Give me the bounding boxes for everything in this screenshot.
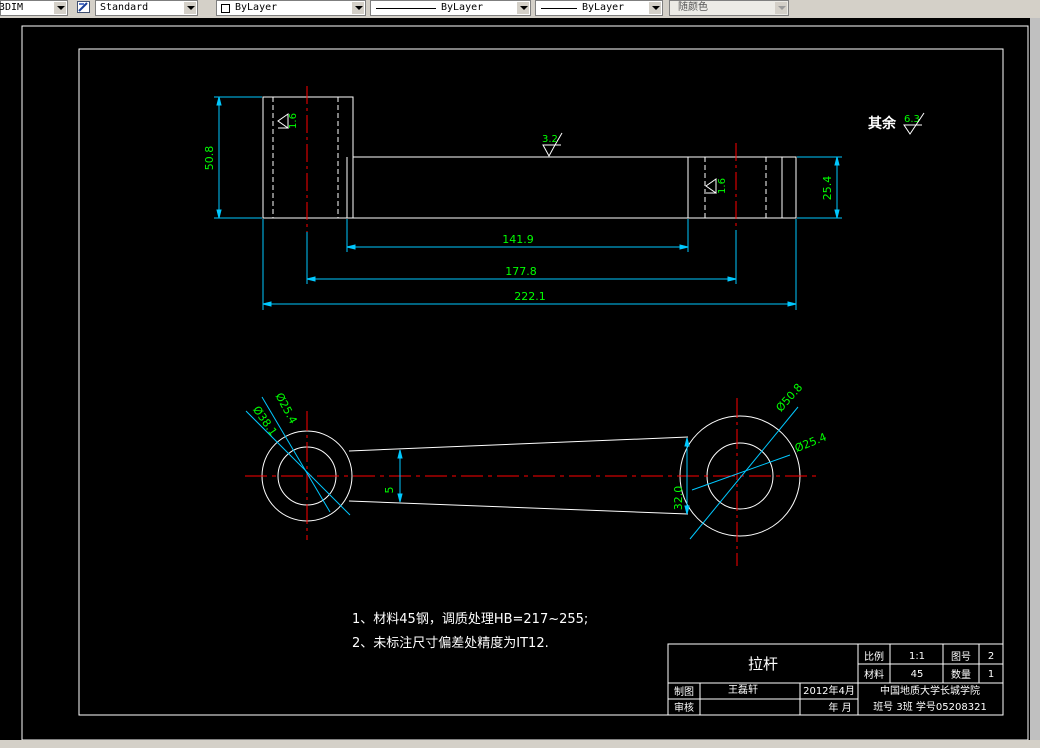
drawing-canvas[interactable]: 50.8 25.4 141.9 177.8 222.1 3.2 1.6 1.6 … [0,18,1040,740]
title-block-text: 拉杆 比例 1:1 图号 2 材料 45 数量 1 制图 王磊轩 2012年4月… [674,650,994,714]
dim-dia-25-4-right: Ø25.4 [793,431,829,455]
dim-dia-38-1: Ø38.1 [250,404,280,439]
color-swatch-icon [221,4,230,13]
chevron-down-icon [54,2,66,14]
lineweight-dropdown[interactable]: ByLayer [535,0,663,16]
technical-notes: 1、材料45钢，调质处理HB=217~255; 2、未标注尺寸偏差处精度为IT1… [352,612,588,651]
top-dimension-text: Ø38.1 Ø25.4 Ø50.8 Ø25.4 5 32.0 [250,381,828,510]
checked-date: 年 月 [828,701,851,714]
sheet-outer-border [21,25,1029,740]
roughness-symbol-left [277,113,289,129]
scale-value: 1:1 [909,651,925,662]
drawing-no-value: 2 [988,651,994,662]
properties-toolbar: 3DIM Standard ByLayer ByLayer ByLayer 随颜… [0,0,1040,19]
layer-value: ByLayer [235,2,278,13]
front-view [262,96,797,219]
dim-height-25-4: 25.4 [821,176,834,201]
cad-drawing: 50.8 25.4 141.9 177.8 222.1 3.2 1.6 1.6 … [21,25,1029,740]
chevron-down-icon [649,2,661,14]
front-centerlines [306,86,737,232]
dim-length-177-8: 177.8 [505,265,537,278]
dim-dia-50-8: Ø50.8 [773,381,805,414]
chevron-down-icon [184,2,196,14]
drawing-no-label: 图号 [951,651,971,663]
drawing-date: 2012年4月 [803,684,855,697]
linetype-value: ByLayer [441,2,484,13]
part-name: 拉杆 [748,655,778,673]
roughness-right-value: 1.6 [717,178,728,194]
note-1: 1、材料45钢，调质处理HB=217~255; [352,612,588,627]
front-dimensions [214,96,842,310]
textstyle-dropdown[interactable]: Standard [95,0,198,16]
top-dimensions [245,396,799,540]
layer-color-dropdown[interactable]: ByLayer [216,0,366,16]
plotstyle-value: 随颜色 [678,2,708,13]
dim-dia-25-4-left: Ø25.4 [273,391,300,426]
textstyle-icon [77,1,90,13]
roughness-top-value: 3.2 [542,134,558,145]
quantity-label: 数量 [951,668,971,681]
linetype-sample-icon [376,8,436,9]
linetype-dropdown[interactable]: ByLayer [370,0,531,16]
material-value: 45 [911,669,924,680]
scale-label: 比例 [864,650,884,663]
chevron-down-icon [775,2,787,14]
dimstyle-value: 3DIM [0,2,24,13]
roughness-symbol-right [705,178,717,194]
school-name: 中国地质大学长城学院 [880,684,980,697]
dimstyle-dropdown[interactable]: 3DIM [0,0,68,16]
textstyle-value: Standard [100,2,149,13]
chevron-down-icon [352,2,364,14]
lineweight-sample-icon [541,8,577,9]
status-strip [0,740,1040,748]
checked-label: 审核 [674,701,694,714]
dim-length-222-1: 222.1 [514,290,546,303]
drawn-by: 王磊轩 [728,683,758,696]
dim-height-50-8: 50.8 [203,146,216,171]
vertical-scrollbar[interactable] [1030,18,1040,740]
dim-length-141-9: 141.9 [502,233,534,246]
quantity-value: 1 [988,669,994,680]
chevron-down-icon [517,2,529,14]
plotstyle-dropdown[interactable]: 随颜色 [669,0,789,16]
dim-link-width: 5 [383,487,396,494]
lineweight-value: ByLayer [582,2,625,13]
roughness-other-label: 其余 [868,115,897,132]
dim-width-32: 32.0 [672,486,685,511]
class-info: 班号 3班 学号05208321 [873,700,987,713]
roughness-left-value: 1.6 [288,113,299,129]
drawn-label: 制图 [674,685,694,698]
material-label: 材料 [864,668,884,681]
note-2: 2、未标注尺寸偏差处精度为IT12. [352,635,549,651]
top-centerlines [245,398,820,566]
